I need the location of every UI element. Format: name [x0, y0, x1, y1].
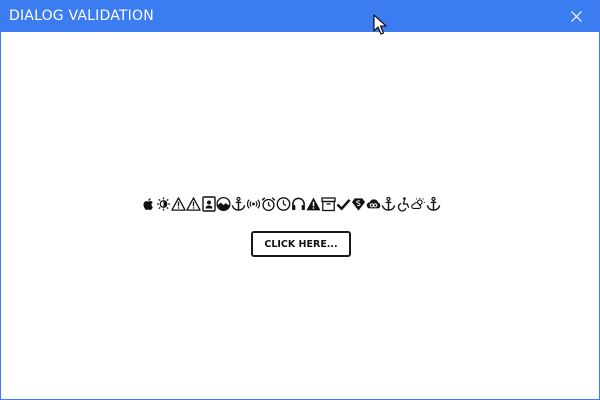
- wheelchair-active-icon: [396, 195, 411, 213]
- anchor-icon: [381, 195, 396, 213]
- clock-icon: [276, 195, 291, 213]
- superhero-shield-icon: [351, 195, 366, 213]
- contact-card-icon: [201, 195, 216, 213]
- dialog-window: DIALOG VALIDATION CLICK HERE...: [0, 0, 600, 400]
- brightness-icon: [156, 195, 171, 213]
- warning-outline-icon: [171, 195, 186, 213]
- warning-outline-icon: [186, 195, 201, 213]
- landscape-circle-icon: [216, 195, 231, 213]
- click-here-button[interactable]: CLICK HERE...: [251, 231, 351, 257]
- close-button[interactable]: [553, 1, 599, 32]
- anchor-icon: [426, 195, 441, 213]
- checkmark-icon: [336, 195, 351, 213]
- close-icon: [570, 11, 582, 22]
- creative-cloud-icon: [366, 195, 381, 213]
- dialog-content: CLICK HERE...: [1, 32, 599, 399]
- apple-icon: [141, 195, 156, 213]
- partly-cloudy-icon: [411, 195, 426, 213]
- window-title: DIALOG VALIDATION: [9, 8, 154, 24]
- alarm-clock-icon: [261, 195, 276, 213]
- warning-filled-icon: [306, 195, 321, 213]
- headphones-icon: [291, 195, 306, 213]
- broadcast-icon: [246, 195, 261, 213]
- archive-box-icon: [321, 195, 336, 213]
- anchor-icon: [231, 195, 246, 213]
- mouse-cursor-icon: [373, 14, 387, 35]
- title-bar[interactable]: DIALOG VALIDATION: [1, 1, 599, 32]
- icon-row: [141, 194, 461, 214]
